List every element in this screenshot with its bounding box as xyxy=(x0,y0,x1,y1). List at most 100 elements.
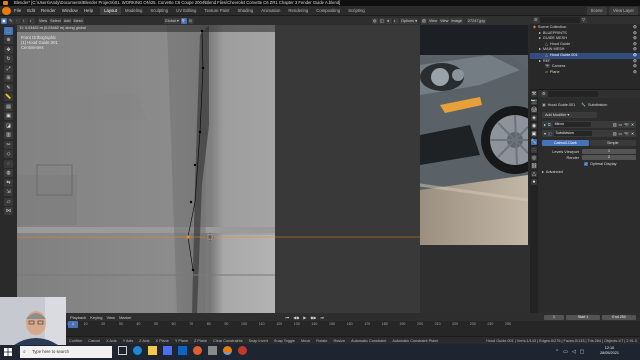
world-tab-icon[interactable]: ◉ xyxy=(531,123,537,129)
blender-taskbar-icon[interactable] xyxy=(223,346,232,355)
chevron-right-icon[interactable]: ▸ xyxy=(544,122,546,127)
mesh-vertex[interactable] xyxy=(200,29,204,33)
material-tab-icon[interactable]: ● xyxy=(531,179,537,185)
mode-selector[interactable]: ✎ xyxy=(8,17,14,24)
task-view-icon[interactable] xyxy=(118,346,127,355)
scene-selector[interactable]: Scene xyxy=(586,6,607,15)
render-tab-icon[interactable]: 📷 xyxy=(531,99,537,105)
constraints-tab-icon[interactable]: ⛓ xyxy=(531,163,537,169)
outliner-filter-icon[interactable]: ▽ xyxy=(581,17,587,23)
inset-icon[interactable]: ▣ xyxy=(4,112,13,120)
playhead[interactable]: 1 xyxy=(68,321,78,328)
view-menu[interactable]: View xyxy=(38,17,49,24)
taskbar-search-input[interactable]: Type here to search xyxy=(20,346,112,358)
measure-icon[interactable]: 📏 xyxy=(4,93,13,101)
next-keyframe-icon[interactable]: ◆▶ xyxy=(308,315,318,320)
close-icon[interactable]: ✕ xyxy=(631,131,634,136)
outliner-search-input[interactable] xyxy=(540,17,580,23)
workspace-tab-sculpting[interactable]: Sculpting xyxy=(146,7,172,15)
close-icon[interactable]: ✕ xyxy=(631,122,634,127)
options-dropdown[interactable]: Options ▾ xyxy=(399,17,418,24)
visibility-eye-icon[interactable]: 👁 xyxy=(633,70,637,76)
firefox-icon[interactable] xyxy=(193,346,202,355)
workspace-tab-modeling[interactable]: Modeling xyxy=(121,7,146,15)
timeline-menu-keying[interactable]: Keying xyxy=(88,315,104,320)
workspace-tab-compositing[interactable]: Compositing xyxy=(312,7,344,15)
volume-icon[interactable]: ◁ xyxy=(572,349,576,355)
transform-icon[interactable]: ⊞ xyxy=(4,74,13,82)
select-mode-vertex-button[interactable]: · xyxy=(15,17,21,24)
modifier-panel-header[interactable]: ▾ ◫ Subdivision ▥ ▭ 📷 ✕ xyxy=(542,130,636,137)
app-icon[interactable] xyxy=(208,346,217,355)
selected-vertex[interactable] xyxy=(186,235,190,239)
smooth-icon[interactable]: ◍ xyxy=(4,169,13,177)
bevel-icon[interactable]: ◪ xyxy=(4,121,13,130)
timeline-menu-playback[interactable]: Playback xyxy=(68,315,88,320)
windows-start-icon[interactable] xyxy=(4,348,12,356)
mesh-menu[interactable]: Mesh xyxy=(72,17,84,24)
proportional-edit-toggle[interactable]: ◎ xyxy=(187,17,194,24)
data-tab-icon[interactable]: △ xyxy=(531,171,537,177)
editmode-toggle-icon[interactable]: ▥ xyxy=(613,122,617,127)
object-tab-icon[interactable]: ▣ xyxy=(531,131,537,137)
jump-start-icon[interactable]: ⏮ xyxy=(284,315,292,320)
timeline-ruler[interactable]: 0102030405060708090100110120130140150160… xyxy=(67,322,511,329)
3d-viewport[interactable]: D: 0.03482 m (0.03482 m) along global Fr… xyxy=(17,25,420,313)
render-toggle-icon[interactable]: 📷 xyxy=(624,122,629,127)
workspace-tab-rendering[interactable]: Rendering xyxy=(284,7,312,15)
loop-cut-icon[interactable]: ▥ xyxy=(4,131,13,139)
properties-type-button[interactable]: ⚙ xyxy=(541,91,547,97)
select-menu[interactable]: Select xyxy=(49,17,62,24)
scene-tab-icon[interactable]: ◈ xyxy=(531,115,537,121)
edge-browser-icon[interactable] xyxy=(133,346,142,355)
simple-tab[interactable]: Simple xyxy=(589,140,636,146)
viewport-toggle-icon[interactable]: ▭ xyxy=(618,122,622,127)
modifier-panel-header[interactable]: ▸ ⧉ Mirror ▥ ▭ 📷 ✕ xyxy=(542,121,636,128)
poly-build-icon[interactable]: ◇ xyxy=(4,150,13,158)
mesh-vertex[interactable] xyxy=(191,268,195,272)
cursor-icon[interactable]: ⊕ xyxy=(4,36,13,44)
end-frame-field[interactable]: End 250 xyxy=(602,314,636,320)
store-icon[interactable] xyxy=(163,346,172,355)
mail-icon[interactable] xyxy=(178,346,187,355)
viewport-toggle-icon[interactable]: ▭ xyxy=(618,131,622,136)
image-view-menu-2[interactable]: View xyxy=(439,17,450,24)
outliner[interactable]: ☰ ▽ ◈ Scene Collection 👁 ▸ BLUEPRINTS 👁 ▸ GUIDE… xyxy=(530,16,640,89)
image-editor-type-button[interactable]: ▧ xyxy=(421,17,427,24)
start-frame-field[interactable]: Start 1 xyxy=(566,314,600,320)
rip-region-icon[interactable]: ⋈ xyxy=(4,207,13,215)
view-layer-selector[interactable]: View Layer xyxy=(608,6,638,15)
current-frame-field[interactable]: 1 xyxy=(544,314,564,320)
render-toggle-icon[interactable]: 📷 xyxy=(624,131,629,136)
select-box-icon[interactable]: ⬚ xyxy=(4,26,13,35)
levels-viewport-field[interactable]: 1 xyxy=(582,149,636,154)
snap-toggle[interactable]: ⚲ xyxy=(180,17,187,24)
advanced-panel-header[interactable]: ▸ Advanced xyxy=(542,169,636,175)
timeline-menu-marker[interactable]: Marker xyxy=(117,315,133,320)
select-mode-face-button[interactable]: ▪ xyxy=(29,17,35,24)
workspace-tab-layout[interactable]: Layout xyxy=(100,6,121,15)
outliner-type-button[interactable]: ☰ xyxy=(533,17,539,23)
properties-editor[interactable]: ⚙ ▣ Hood Guide.001 🔧 Subdivision Add Mod… xyxy=(530,89,640,313)
obs-icon[interactable] xyxy=(238,346,247,355)
play-icon[interactable]: ▶ xyxy=(301,315,308,320)
object-name-field[interactable]: Hood Guide.001 xyxy=(548,103,576,107)
output-tab-icon[interactable]: 🖨 xyxy=(531,107,537,113)
optimal-display-checkbox[interactable]: ✓ xyxy=(584,162,588,166)
shading-solid-button[interactable]: ● xyxy=(385,17,392,24)
notification-icon[interactable]: ▢ xyxy=(580,349,585,355)
editmode-toggle-icon[interactable]: ▥ xyxy=(613,131,617,136)
workspace-tab-uv-editing[interactable]: UV Editing xyxy=(172,7,200,15)
render-levels-field[interactable]: 2 xyxy=(582,155,636,160)
system-clock[interactable]: 12:16 28/05/2021 xyxy=(600,346,619,356)
tool-tab-icon[interactable]: ⚒ xyxy=(531,91,537,97)
modifier-name-field[interactable]: Mirror xyxy=(552,122,591,127)
outliner-item[interactable]: ▱ Plane 👁 xyxy=(530,70,640,76)
mesh-vertex[interactable] xyxy=(198,130,202,134)
shrink-fatten-icon[interactable]: ⇲ xyxy=(4,188,13,196)
shading-material-button[interactable]: ◐ xyxy=(392,17,399,24)
network-icon[interactable]: ▭ xyxy=(563,349,568,355)
mesh-vertex[interactable] xyxy=(189,200,193,204)
overlays-button[interactable]: ◍ xyxy=(371,17,378,24)
menu-help[interactable]: Help xyxy=(81,8,96,13)
